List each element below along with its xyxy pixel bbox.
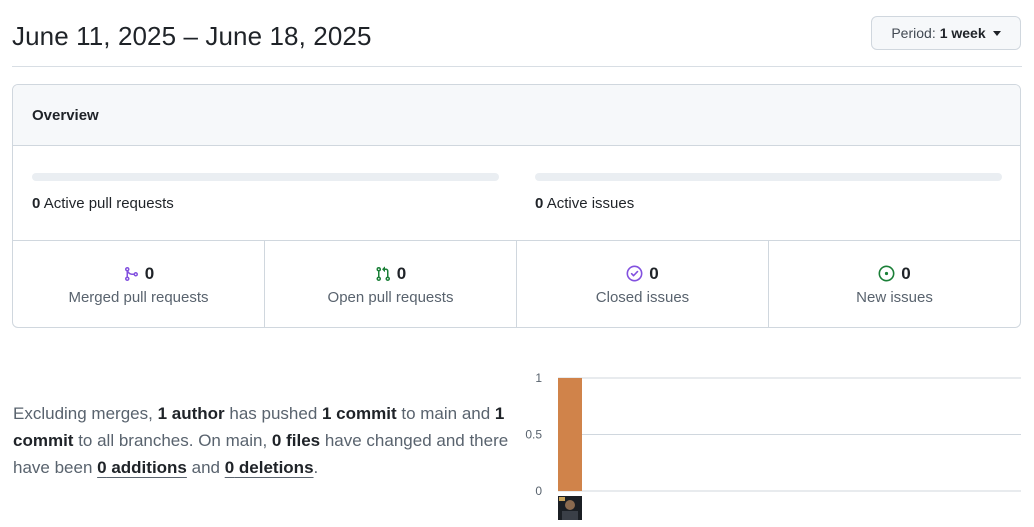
overview-activity-bars: 0 Active pull requests 0 Active issues xyxy=(13,146,1020,241)
caret-down-icon xyxy=(992,30,1001,36)
summary-text: Excluding merges, xyxy=(13,404,158,423)
new-issues-count: 0 xyxy=(901,263,911,283)
active-pull-requests-bar xyxy=(32,173,499,181)
open-pull-requests-stat[interactable]: 0 Open pull requests xyxy=(265,241,517,327)
summary-text: to main and xyxy=(396,404,495,423)
open-pull-requests-count: 0 xyxy=(396,263,407,283)
additions-count: 0 xyxy=(97,458,107,477)
commit-summary: Excluding merges, 1 author has pushed 1 … xyxy=(13,400,523,481)
closed-issues-count: 0 xyxy=(649,263,659,283)
chart-y-tick-label: 0.5 xyxy=(525,428,542,442)
active-issues-summary: 0 Active issues xyxy=(535,173,1002,212)
period-value: 1 week xyxy=(939,25,986,41)
git-merge-icon xyxy=(123,266,139,282)
authors-count: 1 author xyxy=(157,404,225,423)
new-issues-label: New issues xyxy=(856,288,933,306)
closed-issues-label: Closed issues xyxy=(595,288,690,306)
summary-text: and xyxy=(186,458,225,477)
active-issues-label[interactable]: Active issues xyxy=(547,195,635,212)
summary-text: has pushed xyxy=(224,404,322,423)
open-pull-requests-label: Open pull requests xyxy=(327,288,454,306)
active-issues-count: 0 xyxy=(535,195,544,212)
merged-pull-requests-label: Merged pull requests xyxy=(68,288,209,306)
chart-y-tick-label: 1 xyxy=(535,371,542,385)
summary-text: . xyxy=(313,458,319,477)
avatar[interactable] xyxy=(558,496,582,520)
issue-closed-icon xyxy=(626,265,643,282)
closed-issues-stat[interactable]: 0 Closed issues xyxy=(517,241,769,327)
additions-link[interactable]: 0 additions xyxy=(97,458,187,477)
merged-pull-requests-stat[interactable]: 0 Merged pull requests xyxy=(13,241,265,327)
deletions-count: 0 xyxy=(224,458,235,477)
merged-pull-requests-count: 0 xyxy=(144,263,155,283)
summary-text: to all branches. On main, xyxy=(73,431,272,450)
period-label: Period: xyxy=(891,25,936,41)
new-issues-stat[interactable]: 0 New issues xyxy=(769,241,1020,327)
active-pull-requests-label[interactable]: Active pull requests xyxy=(44,195,174,212)
pulse-page: June 11, 2025 – June 18, 2025 Period: 1 … xyxy=(0,0,1034,527)
overview-panel: Overview 0 Active pull requests 0 Active… xyxy=(12,84,1021,328)
deletions-word: deletions xyxy=(234,458,314,477)
overview-title: Overview xyxy=(13,85,1020,146)
files-changed: 0 files xyxy=(271,431,321,450)
period-dropdown-button[interactable]: Period: 1 week xyxy=(871,16,1021,50)
chart-y-tick-label: 0 xyxy=(535,484,542,498)
commits-by-author-chart: 10.50 xyxy=(525,371,1021,520)
date-range-title: June 11, 2025 – June 18, 2025 xyxy=(12,21,372,51)
deletions-link[interactable]: 0 deletions xyxy=(225,458,314,477)
commits-to-main: 1 commit xyxy=(322,404,397,423)
overview-stats: 0 Merged pull requests 0 Open pull reque… xyxy=(13,241,1020,327)
git-pull-request-icon xyxy=(375,266,391,282)
pulse-header: June 11, 2025 – June 18, 2025 Period: 1 … xyxy=(12,16,1022,67)
additions-word: additions xyxy=(106,458,187,477)
active-pull-requests-summary: 0 Active pull requests xyxy=(32,173,499,212)
active-pull-requests-count: 0 xyxy=(32,195,41,212)
active-issues-bar xyxy=(535,173,1002,181)
issue-opened-icon xyxy=(878,265,895,282)
chart-bar[interactable] xyxy=(558,378,582,491)
